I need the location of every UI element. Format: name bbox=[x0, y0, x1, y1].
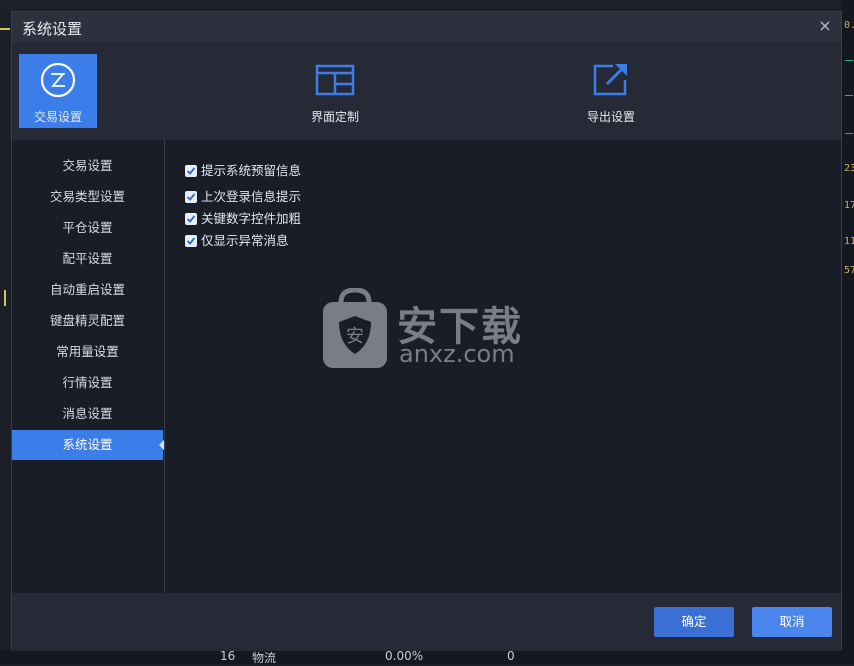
shield-bag-icon: 安 bbox=[323, 287, 387, 368]
background-app-bottom-row: 16 物流 0.00% 0 bbox=[0, 649, 854, 665]
background-cell: 0.00% bbox=[385, 649, 424, 663]
tab-trade-settings[interactable]: 交易设置 bbox=[19, 54, 97, 128]
checkbox-checked[interactable] bbox=[185, 235, 197, 247]
system-settings-dialog: 系统设置 × 交易设置 界面定制 导出设置 交易设置 交易类型设置 平仓设置 配… bbox=[11, 11, 842, 651]
dialog-footer: 确定 取消 bbox=[12, 593, 841, 651]
sidebar-item-common-quantity-settings[interactable]: 常用量设置 bbox=[12, 337, 163, 367]
layout-icon bbox=[315, 60, 355, 100]
tab-label: 界面定制 bbox=[310, 110, 359, 124]
background-number: 23 bbox=[844, 163, 854, 174]
checkbox-checked[interactable] bbox=[185, 213, 197, 225]
background-number: 0. bbox=[844, 20, 854, 31]
background-chart-mark bbox=[4, 290, 6, 306]
background-tick bbox=[845, 95, 853, 96]
top-category-tabs: 交易设置 界面定制 导出设置 bbox=[12, 42, 841, 140]
settings-sidebar: 交易设置 交易类型设置 平仓设置 配平设置 自动重启设置 键盘精灵配置 常用量设… bbox=[12, 140, 165, 593]
option-label: 关键数字控件加粗 bbox=[201, 211, 302, 226]
sidebar-item-message-settings[interactable]: 消息设置 bbox=[12, 399, 163, 429]
cancel-button[interactable]: 取消 bbox=[752, 607, 832, 637]
dialog-title: 系统设置 bbox=[22, 20, 83, 38]
tab-label: 交易设置 bbox=[33, 110, 82, 124]
tab-layout-customization[interactable]: 界面定制 bbox=[296, 54, 374, 128]
sidebar-item-close-position-settings[interactable]: 平仓设置 bbox=[12, 213, 163, 243]
background-number: 57 bbox=[844, 265, 854, 276]
close-icon[interactable]: × bbox=[815, 16, 835, 36]
sidebar-item-system-settings[interactable]: 系统设置 bbox=[12, 430, 164, 460]
option-label: 上次登录信息提示 bbox=[201, 189, 302, 204]
background-tick bbox=[845, 133, 853, 134]
checkbox-checked[interactable] bbox=[185, 191, 197, 203]
ok-button[interactable]: 确定 bbox=[654, 607, 734, 637]
background-number: 17 bbox=[844, 200, 854, 211]
trade-settings-icon bbox=[38, 60, 78, 100]
option-label: 提示系统预留信息 bbox=[201, 163, 302, 178]
background-cell: 16 bbox=[220, 649, 236, 663]
watermark: 安 安下载 anxz.com bbox=[319, 287, 549, 378]
sidebar-item-trade-type-settings[interactable]: 交易类型设置 bbox=[12, 182, 163, 212]
watermark-subtext: anxz.com bbox=[399, 340, 515, 368]
tab-export-settings[interactable]: 导出设置 bbox=[572, 54, 650, 128]
option-label: 仅显示异常消息 bbox=[201, 233, 289, 248]
background-number: 11 bbox=[844, 236, 854, 247]
tab-label: 导出设置 bbox=[586, 110, 635, 124]
sidebar-item-auto-restart-settings[interactable]: 自动重启设置 bbox=[12, 275, 163, 305]
checkbox-checked[interactable] bbox=[185, 165, 197, 177]
dialog-titlebar[interactable]: 系统设置 × bbox=[12, 12, 841, 42]
settings-content-panel: 提示系统预留信息 上次登录信息提示 关键数字控件加粗 仅显示异常消息 安 安下载… bbox=[165, 140, 841, 593]
watermark-badge: 安 bbox=[346, 326, 364, 347]
sidebar-item-trade-settings[interactable]: 交易设置 bbox=[12, 151, 163, 181]
background-cell: 0 bbox=[507, 649, 515, 663]
sidebar-item-balance-settings[interactable]: 配平设置 bbox=[12, 244, 163, 274]
sidebar-item-keyboard-wizard-config[interactable]: 键盘精灵配置 bbox=[12, 306, 163, 336]
background-app-right: 0. 23 17 11 57 bbox=[842, 0, 854, 664]
background-tick bbox=[845, 60, 853, 61]
export-icon bbox=[591, 60, 631, 100]
sidebar-item-quote-settings[interactable]: 行情设置 bbox=[12, 368, 163, 398]
background-chart-mark bbox=[0, 28, 10, 30]
background-cell: 物流 bbox=[252, 651, 277, 665]
